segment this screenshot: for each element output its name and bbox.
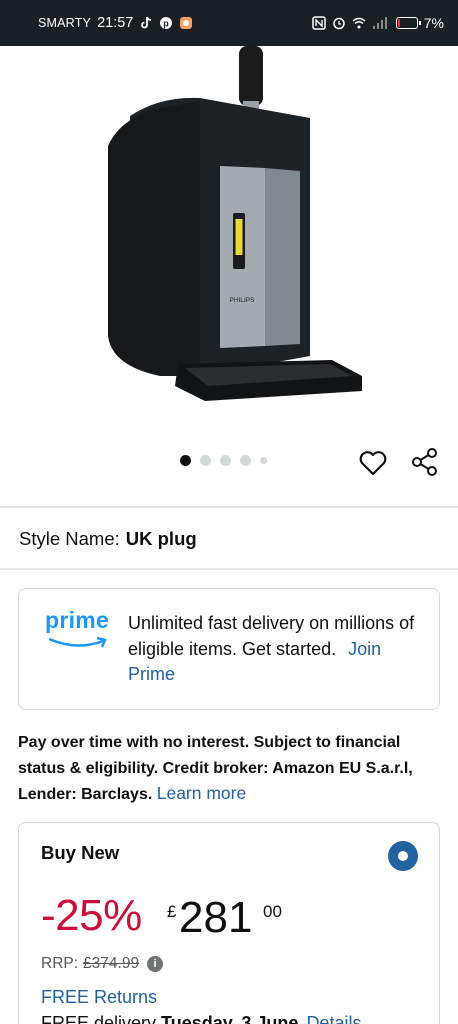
image-carousel-indicator[interactable] bbox=[180, 455, 267, 466]
alarm-icon bbox=[333, 17, 345, 30]
price-fraction: 00 bbox=[263, 902, 282, 921]
rrp-label: RRP: bbox=[41, 955, 79, 972]
prime-message: Unlimited fast delivery on millions of e… bbox=[128, 611, 418, 688]
delivery-info: FREE delivery Tuesday, 3 June Details bbox=[41, 1013, 361, 1024]
carrier-name: SMARTY bbox=[38, 16, 92, 30]
carousel-dot[interactable] bbox=[220, 455, 231, 466]
delivery-date: Tuesday, 3 June bbox=[161, 1013, 299, 1024]
info-icon[interactable]: i bbox=[147, 956, 164, 972]
carousel-dot-active[interactable] bbox=[180, 455, 191, 466]
share-icon[interactable] bbox=[410, 447, 440, 477]
discount-percent: -25% bbox=[41, 891, 142, 940]
signal-icon bbox=[372, 17, 387, 29]
battery-icon bbox=[395, 17, 421, 29]
carousel-dot[interactable] bbox=[260, 457, 267, 464]
carousel-dot[interactable] bbox=[200, 455, 211, 466]
status-bar: SMARTY 21:57 p 7% bbox=[0, 0, 458, 46]
nfc-icon bbox=[312, 16, 326, 30]
rrp-value: £374.99 bbox=[83, 955, 140, 972]
prime-logo: prime bbox=[45, 607, 111, 651]
buy-new-radio[interactable] bbox=[388, 841, 418, 871]
app-notification-icon bbox=[180, 17, 193, 29]
device-brand-label: PHILIPS bbox=[230, 297, 256, 304]
buy-new-card[interactable]: Buy New -25% £ 281 00 RRP: £374.99 i FRE… bbox=[18, 822, 440, 1024]
wifi-icon bbox=[352, 17, 366, 29]
finance-info: Pay over time with no interest. Subject … bbox=[18, 730, 438, 808]
tiktok-icon bbox=[141, 16, 152, 29]
prime-smile-icon bbox=[48, 636, 107, 648]
style-label: Style Name: bbox=[19, 528, 120, 549]
pinterest-icon: p bbox=[160, 17, 173, 29]
heart-icon[interactable] bbox=[358, 448, 388, 478]
prime-logo-text: prime bbox=[45, 607, 110, 633]
divider bbox=[0, 568, 458, 570]
prime-promo-card: prime Unlimited fast delivery on million… bbox=[18, 588, 440, 710]
style-selector[interactable]: Style Name: UK plug bbox=[19, 528, 197, 550]
battery-percent: 7% bbox=[423, 15, 444, 31]
delivery-prefix: FREE delivery bbox=[41, 1013, 157, 1024]
learn-more-link[interactable]: Learn more bbox=[157, 783, 247, 803]
product-image[interactable]: PHILIPS bbox=[100, 46, 370, 411]
divider bbox=[0, 506, 458, 508]
buy-new-title: Buy New bbox=[41, 842, 120, 863]
style-value: UK plug bbox=[125, 528, 197, 549]
carousel-dot[interactable] bbox=[240, 455, 251, 466]
price-currency: £ bbox=[167, 902, 177, 921]
free-returns-link[interactable]: FREE Returns bbox=[41, 987, 157, 1008]
svg-text:p: p bbox=[164, 19, 170, 29]
clock: 21:57 bbox=[97, 15, 134, 31]
price-whole: 281 bbox=[179, 893, 253, 942]
delivery-details-link[interactable]: Details bbox=[306, 1013, 361, 1024]
rrp-row: RRP: £374.99 i bbox=[41, 955, 164, 973]
